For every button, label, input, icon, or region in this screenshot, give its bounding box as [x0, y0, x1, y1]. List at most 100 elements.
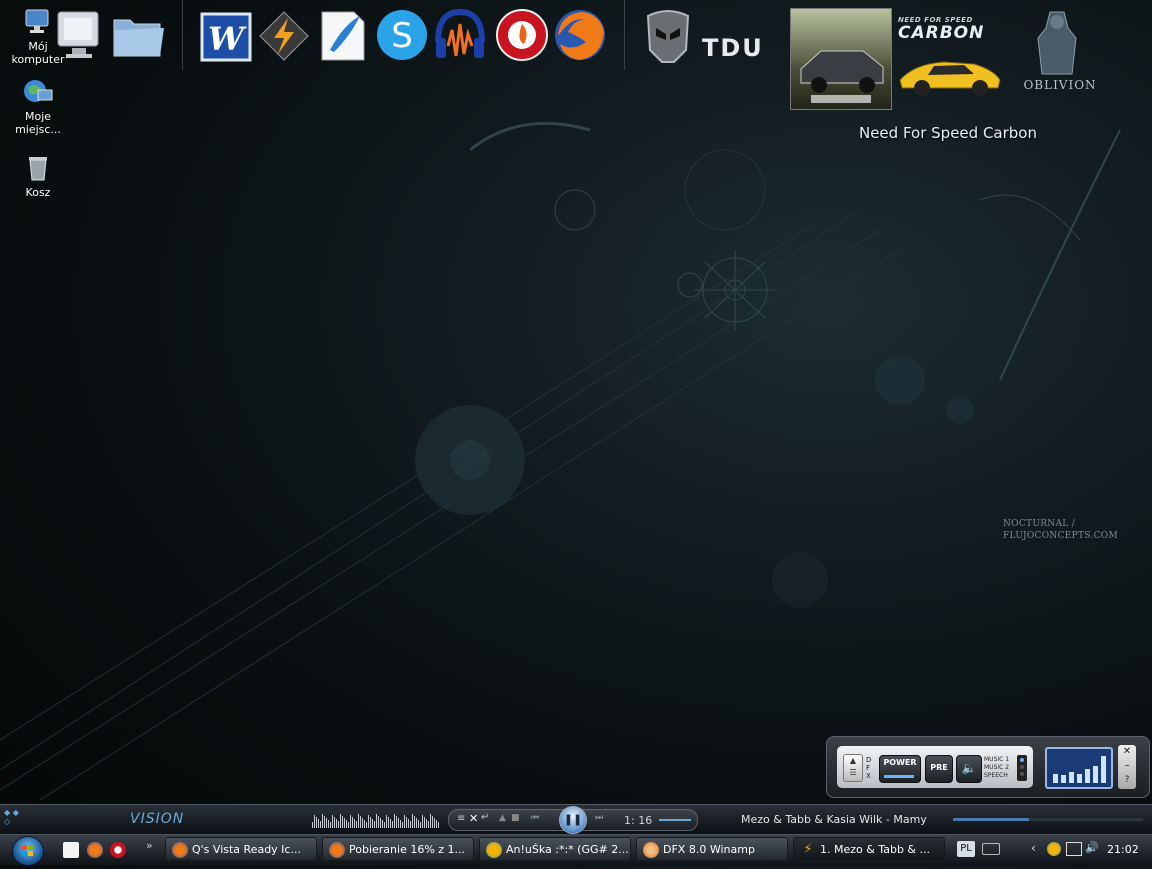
- tray-volume-icon[interactable]: 🔊: [1085, 841, 1099, 854]
- wallpaper-decoration: [0, 121, 1121, 800]
- paint-icon[interactable]: [314, 6, 370, 64]
- visualizer-bar: [346, 820, 347, 828]
- visualizer-bar: [322, 814, 323, 828]
- folder-icon[interactable]: [110, 6, 166, 64]
- dfx-icon: [643, 842, 659, 858]
- visualizer-bar: [356, 821, 357, 828]
- dfx-speech-label: SPEECH: [984, 772, 1008, 779]
- task-label: Q's Vista Ready Ic...: [192, 843, 301, 856]
- visualizer-bar: [332, 815, 333, 828]
- dfx-speaker-button[interactable]: 🔈: [956, 755, 982, 783]
- tdu-logo[interactable]: TDU: [702, 34, 786, 64]
- word-icon[interactable]: W: [198, 6, 254, 64]
- tray-expand-icon[interactable]: ‹: [1031, 841, 1036, 855]
- dfx-mode-labels: MUSIC 1 MUSIC 2 SPEECH: [984, 756, 1016, 780]
- visualizer-bar: [380, 818, 381, 828]
- dfx-widget: ▲ ☰ DFX POWER PRE 🔈 MUSIC 1 MUSIC 2 SPEEC…: [826, 736, 1150, 798]
- visualizer-bar: [328, 820, 329, 828]
- firefox-icon[interactable]: [552, 6, 608, 64]
- eject-icon[interactable]: ▲: [499, 813, 506, 823]
- pause-button[interactable]: ❚❚: [559, 806, 587, 834]
- tray-network-icon[interactable]: [1066, 842, 1082, 856]
- dfx-power-button[interactable]: POWER: [879, 755, 921, 783]
- visualizer-bar: [376, 814, 377, 828]
- visualizer-bar: [342, 816, 343, 828]
- visualizer-bar: [414, 816, 415, 828]
- winamp-now-playing: Mezo & Tabb & Kasia Wilk - Mamy: [741, 813, 927, 826]
- oblivion-label: OBLIVION: [1023, 78, 1097, 92]
- visualizer-bar: [432, 816, 433, 828]
- taskbar-task[interactable]: DFX 8.0 Winamp: [636, 837, 788, 861]
- quick-launch-expand-icon[interactable]: »: [146, 839, 153, 852]
- winamp-visualizer: [312, 814, 439, 828]
- firefox-icon: [329, 842, 345, 858]
- dfx-pre-button[interactable]: PRE: [925, 755, 953, 783]
- volume-slider[interactable]: [659, 819, 691, 821]
- dfx-side-letters: DFX: [866, 756, 872, 780]
- taskbar-task[interactable]: Pobieranie 16% z 1...: [322, 837, 474, 861]
- task-label: Pobieranie 16% z 1...: [349, 843, 466, 856]
- nfs-carbon-logo[interactable]: NEED FOR SPEED CARBON: [898, 16, 994, 46]
- helmet-icon[interactable]: [640, 6, 696, 64]
- visualizer-bar: [388, 817, 389, 828]
- taskbar-task[interactable]: An!uŚka :*:* (GG# 2...: [479, 837, 631, 861]
- sports-car-icon[interactable]: [894, 44, 1004, 100]
- visualizer-bar: [364, 820, 365, 828]
- tray-gadu-icon[interactable]: [1047, 842, 1061, 856]
- visualizer-bar: [354, 819, 355, 828]
- quick-launch-gadu-icon[interactable]: [63, 842, 79, 858]
- wallpaper-credit: NOCTURNAL / FLUJOCONCEPTS.COM: [1003, 518, 1118, 542]
- winamp-menu-icon[interactable]: ◆ ◆ ◇: [4, 808, 19, 826]
- gadu-gadu-icon: [486, 842, 502, 858]
- minimize-icon[interactable]: –: [1118, 759, 1136, 773]
- close-icon[interactable]: ✕: [1118, 745, 1136, 759]
- language-indicator[interactable]: PL: [957, 841, 975, 857]
- monitor-icon[interactable]: [54, 6, 110, 64]
- previous-icon[interactable]: ⏮: [531, 813, 539, 823]
- visualizer-bar: [382, 820, 383, 828]
- help-icon[interactable]: ?: [1118, 773, 1136, 787]
- keyboard-icon[interactable]: [982, 843, 1000, 855]
- winamp-seek-bar[interactable]: [953, 818, 1143, 821]
- visualizer-bar: [338, 821, 339, 828]
- desktop-icon-recycle-bin[interactable]: Kosz: [6, 152, 70, 199]
- taskbar-task[interactable]: Q's Vista Ready Ic...: [165, 837, 317, 861]
- visualizer-bar: [428, 821, 429, 828]
- dfx-spectrum-meter: [1045, 747, 1113, 789]
- quick-launch-firefox-icon[interactable]: [87, 842, 103, 858]
- taskbar-task[interactable]: ⚡ 1. Mezo & Tabb & ...: [793, 837, 945, 861]
- oblivion-cover[interactable]: OBLIVION: [1020, 8, 1100, 94]
- dock-hover-label: Need For Speed Carbon: [858, 124, 1037, 142]
- visualizer-bar: [434, 818, 435, 828]
- visualizer-bar: [340, 814, 341, 828]
- visualizer-bar: [396, 816, 397, 828]
- audacity-icon[interactable]: [432, 6, 488, 64]
- dfx-music2-label: MUSIC 2: [984, 764, 1010, 771]
- dfx-control-panel: ▲ ☰ DFX POWER PRE 🔈 MUSIC 1 MUSIC 2 SPEEC…: [837, 746, 1033, 788]
- knight-icon: [1037, 11, 1077, 75]
- skype-icon[interactable]: S: [374, 6, 430, 64]
- visualizer-bar: [314, 815, 315, 828]
- winamp-toolbar: ◆ ◆ ◇ VISION ≡ ✕ ↵ ▲ ■ ⏮ ❚❚ ⏭ 1: 16 Mezo …: [0, 804, 1152, 835]
- visualizer-bar: [378, 816, 379, 828]
- visualizer-bar: [424, 817, 425, 828]
- shuffle-icon[interactable]: ✕: [469, 812, 478, 825]
- nero-icon[interactable]: [494, 6, 550, 64]
- quick-launch-nero-icon[interactable]: [110, 842, 126, 858]
- playlist-icon[interactable]: ≡: [457, 813, 465, 824]
- visualizer-bar: [372, 819, 373, 828]
- visualizer-bar: [404, 815, 405, 828]
- stop-icon[interactable]: ■: [511, 813, 520, 823]
- visualizer-bar: [402, 822, 403, 828]
- visualizer-bar: [390, 819, 391, 828]
- dfx-mode-selector[interactable]: [1017, 755, 1027, 781]
- nfs-most-wanted-cover[interactable]: [790, 8, 892, 110]
- tdu-label: TDU: [702, 34, 764, 62]
- dfx-up-down-button[interactable]: ▲ ☰: [843, 754, 863, 782]
- visualizer-bar: [398, 818, 399, 828]
- desktop-icon-network-places[interactable]: Moje miejsc...: [6, 76, 70, 136]
- next-icon[interactable]: ⏭: [595, 813, 603, 823]
- start-button[interactable]: [12, 836, 44, 866]
- winamp-icon[interactable]: [256, 6, 312, 64]
- repeat-icon[interactable]: ↵: [481, 812, 489, 823]
